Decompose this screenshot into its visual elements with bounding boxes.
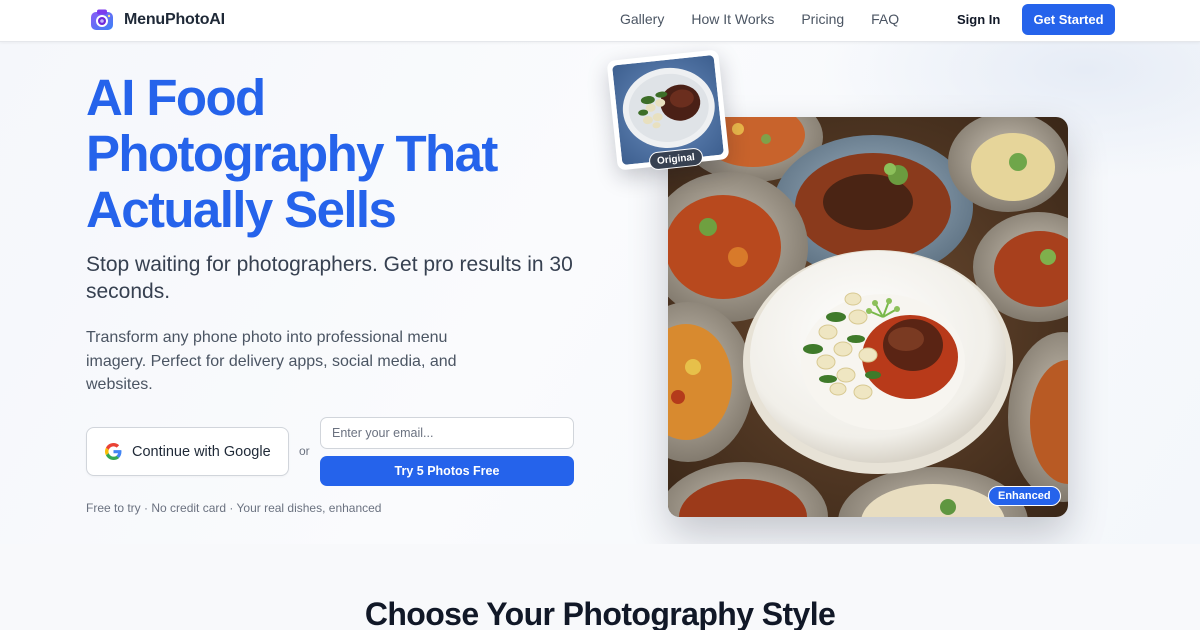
top-nav: MenuPhotoAI Gallery How It Works Pricing… [0, 0, 1200, 42]
hero-headline: AI Food Photography That Actually Sells [86, 70, 566, 238]
brand-name: MenuPhotoAI [124, 11, 225, 28]
google-g-icon [105, 443, 122, 460]
enhanced-food-photo [668, 117, 1068, 517]
hero-description: Transform any phone photo into professio… [86, 329, 457, 393]
nav-link-how-it-works[interactable]: How It Works [691, 11, 774, 27]
style-section-title: Choose Your Photography Style [364, 596, 836, 630]
headline-line-1: AI Food [86, 69, 266, 126]
email-input[interactable] [320, 417, 574, 449]
headline-line-3: Actually Sells [86, 181, 397, 238]
or-separator: or [299, 444, 310, 458]
original-food-photo [612, 54, 724, 166]
hero-subheadline: Stop waiting for photographers. Get pro … [86, 253, 573, 303]
headline-line-2: Photography That [86, 125, 498, 182]
get-started-button[interactable]: Get Started [1022, 4, 1115, 35]
nav-link-pricing[interactable]: Pricing [801, 11, 844, 27]
google-signin-button[interactable]: Continue with Google [86, 427, 289, 476]
brand-logo[interactable]: MenuPhotoAI [90, 8, 225, 32]
nav-links: Gallery How It Works Pricing FAQ [620, 11, 899, 27]
try-free-button[interactable]: Try 5 Photos Free [320, 456, 574, 486]
google-button-label: Continue with Google [132, 443, 271, 460]
enhanced-badge: Enhanced [988, 486, 1061, 506]
nav-link-gallery[interactable]: Gallery [620, 11, 664, 27]
nav-link-faq[interactable]: FAQ [871, 11, 899, 27]
camera-logo-icon [91, 9, 113, 30]
sign-in-link[interactable]: Sign In [957, 12, 1000, 27]
fine-print: Free to try · No credit card · Your real… [86, 501, 382, 515]
